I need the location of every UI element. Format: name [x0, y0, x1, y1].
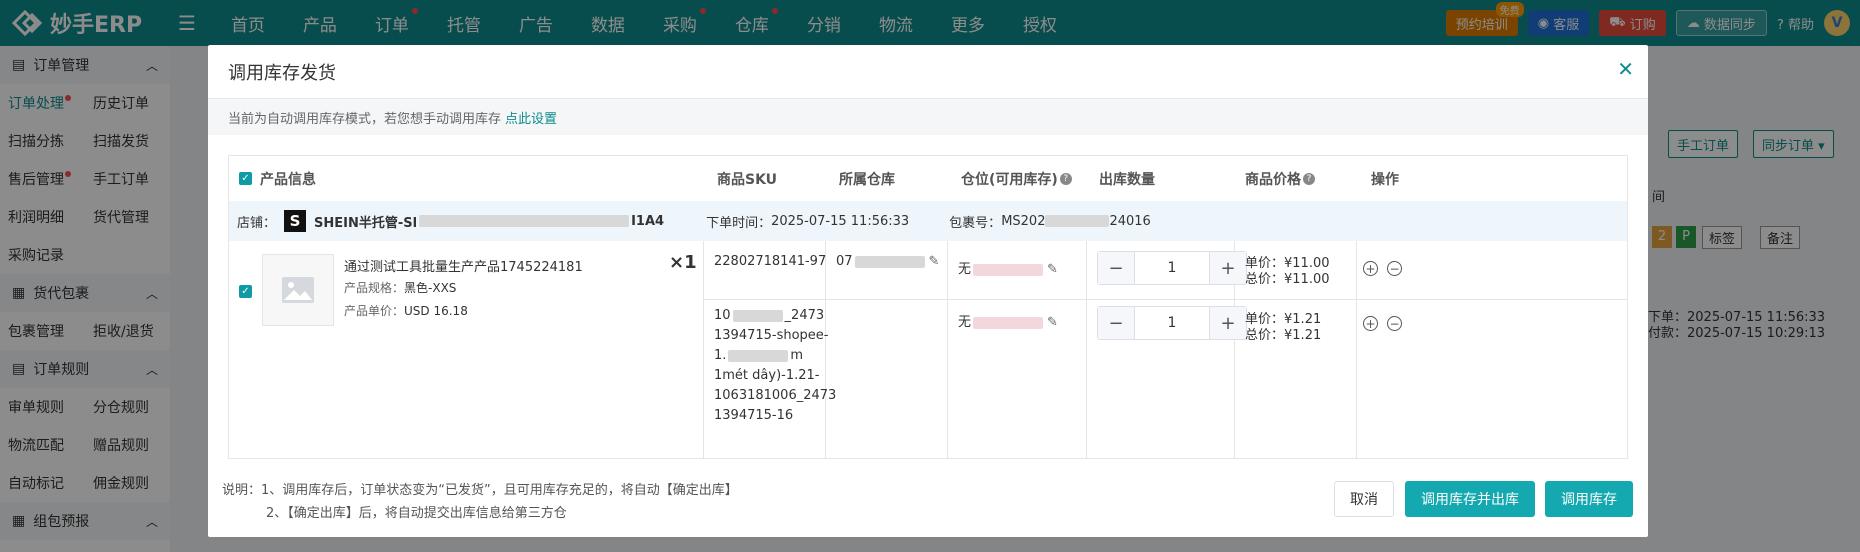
- sku-row-1: 22802718141-97: [714, 254, 827, 269]
- package-label: 包裹号：: [949, 215, 1002, 231]
- edit-icon[interactable]: ✎: [1047, 315, 1058, 330]
- help-icon[interactable]: ?: [1059, 172, 1072, 185]
- column-price: 商品价格?: [1245, 156, 1315, 201]
- mode-tip: 当前为自动调用库存模式，若您想手动调用库存 点此设置: [208, 99, 1648, 135]
- total-row-1: 总价：¥11.00: [1245, 272, 1330, 287]
- product-checkbox[interactable]: ✓: [239, 285, 252, 298]
- column-qty: 出库数量: [1099, 171, 1155, 188]
- call-inventory-button[interactable]: 调用库存: [1545, 481, 1633, 517]
- package-prefix: MS202: [1001, 213, 1046, 229]
- note-line-2: 2、【确定出库】后，将自动提交出库信息给第三方仓: [266, 506, 567, 521]
- location-row-1: 无 ✎: [958, 262, 1058, 277]
- redacted-text: [973, 316, 1044, 329]
- column-product: ✓ 产品信息: [239, 156, 316, 201]
- image-icon: [282, 277, 314, 303]
- inventory-table: ✓ 产品信息 商品SKU 所属仓库 仓位(可用库存)? 出库数量 商品价格? 操作…: [228, 155, 1628, 459]
- remove-row-icon[interactable]: −: [1387, 316, 1402, 331]
- store-label: 店铺：: [237, 215, 277, 231]
- plus-icon[interactable]: +: [1210, 307, 1246, 339]
- warehouse-row-1: 07 ✎: [836, 254, 940, 269]
- quantity-multiplier: ×1: [669, 252, 697, 273]
- total-row-2: 总价：¥1.21: [1245, 328, 1322, 343]
- quantity-stepper[interactable]: − 1 +: [1097, 306, 1247, 340]
- help-icon[interactable]: ?: [1303, 172, 1315, 185]
- column-action: 操作: [1371, 171, 1399, 188]
- dialog-title: 调用库存发货: [228, 62, 336, 84]
- column-warehouse: 所属仓库: [839, 171, 895, 188]
- product-name: 通过测试工具批量生产产品1745224181: [344, 260, 583, 275]
- column-sku: 商品SKU: [717, 171, 778, 188]
- column-location: 仓位(可用库存)?: [961, 156, 1072, 201]
- quantity-value[interactable]: 1: [1134, 252, 1210, 284]
- redacted-text: [419, 215, 630, 227]
- minus-icon[interactable]: −: [1098, 252, 1134, 284]
- redacted-text: [1045, 215, 1110, 227]
- package-suffix: 24016: [1109, 213, 1151, 229]
- order-time-value: 2025-07-15 11:56:33: [771, 213, 910, 229]
- quantity-value[interactable]: 1: [1134, 307, 1210, 339]
- quantity-stepper[interactable]: − 1 +: [1097, 251, 1247, 285]
- redacted-text: [732, 309, 783, 322]
- dialog-header: 调用库存发货: [208, 45, 1648, 99]
- add-row-icon[interactable]: +: [1363, 261, 1378, 276]
- package-header-row: 店铺： S SHEIN半托管-Sl I1A4 下单时间： 2025-07-15 …: [229, 201, 1627, 241]
- note-line-1: 说明：1、调用库存后，订单状态变为“已发货”，且可用库存充足的，将自动【确定出库…: [222, 483, 738, 498]
- select-all-checkbox[interactable]: ✓: [239, 172, 252, 185]
- store-name: SHEIN半托管-Sl: [314, 215, 418, 231]
- call-inventory-dialog: 调用库存发货 ✕ 当前为自动调用库存模式，若您想手动调用库存 点此设置 ✓ 产品信…: [208, 45, 1648, 537]
- call-and-ship-button[interactable]: 调用库存并出库: [1405, 481, 1535, 517]
- shein-logo-icon: S: [284, 210, 307, 232]
- product-spec: 产品规格：黑色-XXS: [344, 281, 457, 295]
- redacted-text: [854, 255, 925, 268]
- edit-icon[interactable]: ✎: [929, 254, 940, 269]
- edit-icon[interactable]: ✎: [1047, 262, 1058, 277]
- redacted-text: [728, 349, 789, 362]
- location-row-2: 无 ✎: [958, 315, 1058, 330]
- close-icon[interactable]: ✕: [1617, 57, 1634, 81]
- product-image-placeholder: [262, 254, 334, 326]
- minus-icon[interactable]: −: [1098, 307, 1134, 339]
- settings-link[interactable]: 点此设置: [505, 108, 557, 127]
- remove-row-icon[interactable]: −: [1387, 261, 1402, 276]
- order-time-label: 下单时间：: [706, 215, 772, 231]
- add-row-icon[interactable]: +: [1363, 316, 1378, 331]
- plus-icon[interactable]: +: [1210, 252, 1246, 284]
- cancel-button[interactable]: 取消: [1334, 481, 1394, 517]
- product-unit-price: 产品单价：USD 16.18: [344, 304, 468, 318]
- dialog-notes: 说明：1、调用库存后，订单状态变为“已发货”，且可用库存充足的，将自动【确定出库…: [222, 479, 738, 525]
- redacted-text: [973, 263, 1044, 276]
- store-suffix: I1A4: [631, 213, 665, 229]
- sku-row-2: 10 _2473 1394715-shopee- 1. m 1mét dây)-1.…: [714, 308, 837, 423]
